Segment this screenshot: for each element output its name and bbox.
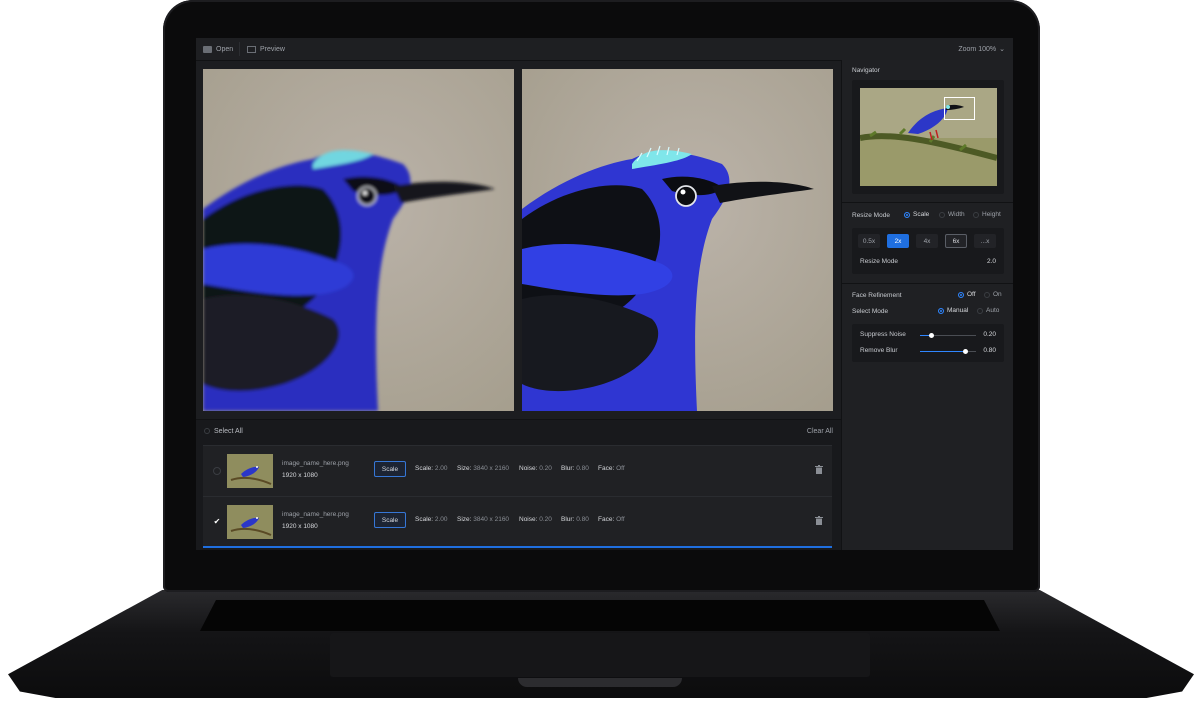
- table-row[interactable]: image_name_here.png 1920 x 1080 Scale Sc…: [203, 445, 832, 496]
- remove-blur-handle[interactable]: [962, 349, 968, 354]
- row-thumbnail: [227, 505, 273, 539]
- suppress-noise-slider[interactable]: [920, 333, 976, 338]
- remove-blur-fill: [920, 351, 965, 352]
- mode-auto-radio[interactable]: Auto: [977, 307, 999, 314]
- zoom-dropdown[interactable]: Zoom 100% ⌄: [958, 38, 1005, 60]
- file-name: image_name_here.png: [282, 511, 349, 518]
- preset-custom-button[interactable]: ...x: [974, 234, 996, 248]
- meta-scale: Scale: 2.00: [415, 465, 448, 472]
- row-checkbox[interactable]: [213, 467, 221, 475]
- panel-divider: [842, 202, 1013, 203]
- select-mode-label: Select Mode: [852, 308, 889, 315]
- enhanced-image-viewer[interactable]: [522, 69, 833, 411]
- meta-scale: Scale: 2.00: [415, 516, 448, 523]
- scale-button[interactable]: Scale: [374, 512, 406, 528]
- trash-icon[interactable]: [815, 516, 823, 525]
- resize-width-radio[interactable]: Width: [939, 211, 965, 218]
- preview-label: Preview: [260, 45, 285, 53]
- laptop-trackpad: [330, 633, 870, 677]
- resize-scale-radio[interactable]: Scale: [904, 211, 929, 218]
- bird-original-image: [203, 69, 514, 411]
- resize-mode-row-label: Resize Mode: [860, 258, 898, 265]
- resize-presets-box: 0.5x 2x 4x 6x ...x Resize Mode 2.0: [852, 228, 1004, 274]
- top-toolbar: Open Preview Zoom 100% ⌄: [196, 38, 1013, 61]
- progress-bar: [203, 546, 832, 548]
- preset-0-5x-button[interactable]: 0.5x: [858, 234, 880, 248]
- remove-blur-label: Remove Blur: [860, 347, 898, 354]
- resize-mode-value: 2.0: [986, 258, 996, 265]
- row-thumbnail: [227, 454, 273, 488]
- face-on-radio[interactable]: On: [984, 291, 1002, 298]
- chevron-down-icon: ⌄: [999, 46, 1005, 53]
- suppress-noise-handle[interactable]: [929, 333, 935, 338]
- navigator-label: Navigator: [852, 67, 880, 74]
- meta-face: Face: Off: [598, 465, 625, 472]
- original-image-viewer[interactable]: [203, 69, 514, 411]
- meta-noise: Noise: 0.20: [519, 516, 552, 523]
- mode-manual-radio[interactable]: Manual: [938, 307, 968, 314]
- file-list-header: Select All Clear All: [204, 428, 833, 438]
- preset-2x-button[interactable]: 2x: [887, 234, 909, 248]
- file-list: Select All Clear All image_name_here.png…: [196, 419, 841, 550]
- trash-icon[interactable]: [815, 465, 823, 474]
- meta-face: Face: Off: [598, 516, 625, 523]
- suppress-noise-label: Suppress Noise: [860, 331, 906, 338]
- meta-size: Size: 3840 x 2160: [457, 465, 510, 472]
- file-name: image_name_here.png: [282, 460, 349, 467]
- preset-6x-button[interactable]: 6x: [945, 234, 967, 248]
- preview-icon: [247, 45, 256, 53]
- face-off-radio[interactable]: Off: [958, 291, 976, 298]
- meta-size: Size: 3840 x 2160: [457, 516, 510, 523]
- suppress-noise-value: 0.20: [983, 331, 996, 338]
- resize-mode-label: Resize Mode: [852, 212, 890, 219]
- checkmark-icon[interactable]: ✔: [213, 518, 221, 526]
- meta-blur: Blur: 0.80: [561, 465, 589, 472]
- resize-height-radio[interactable]: Height: [973, 211, 1001, 218]
- laptop-keyboard: [200, 600, 1000, 631]
- select-all-label: Select All: [214, 428, 243, 435]
- open-button[interactable]: Open: [203, 38, 233, 60]
- navigator[interactable]: [852, 80, 1004, 194]
- file-dimensions: 1920 x 1080: [282, 472, 318, 479]
- navigator-viewport[interactable]: [944, 97, 975, 120]
- settings-panel: Navigator Resize Mode Scale Width Height…: [841, 60, 1013, 550]
- meta-noise: Noise: 0.20: [519, 465, 552, 472]
- bird-enhanced-image: [522, 69, 833, 411]
- meta-blur: Blur: 0.80: [561, 516, 589, 523]
- file-dimensions: 1920 x 1080: [282, 523, 318, 530]
- select-all-checkbox[interactable]: Select All: [204, 428, 243, 435]
- app-window: Open Preview Zoom 100% ⌄ Select All Clea…: [196, 38, 1013, 550]
- folder-icon: [203, 45, 212, 53]
- table-row[interactable]: ✔ image_name_here.png 1920 x 1080 Scale …: [203, 496, 832, 547]
- zoom-label: Zoom 100%: [958, 45, 997, 53]
- toolbar-divider: [239, 42, 240, 56]
- remove-blur-slider[interactable]: [920, 349, 976, 354]
- scale-button[interactable]: Scale: [374, 461, 406, 477]
- sliders-box: Suppress Noise 0.20 Remove Blur 0.80: [852, 324, 1004, 362]
- preview-button[interactable]: Preview: [247, 38, 285, 60]
- panel-divider: [842, 283, 1013, 284]
- open-label: Open: [216, 45, 234, 53]
- navigator-thumbnail: [860, 88, 997, 186]
- remove-blur-value: 0.80: [983, 347, 996, 354]
- clear-all-button[interactable]: Clear All: [807, 428, 833, 435]
- laptop-notch: [518, 678, 682, 687]
- preset-4x-button[interactable]: 4x: [916, 234, 938, 248]
- face-refinement-label: Face Refinement: [852, 292, 902, 299]
